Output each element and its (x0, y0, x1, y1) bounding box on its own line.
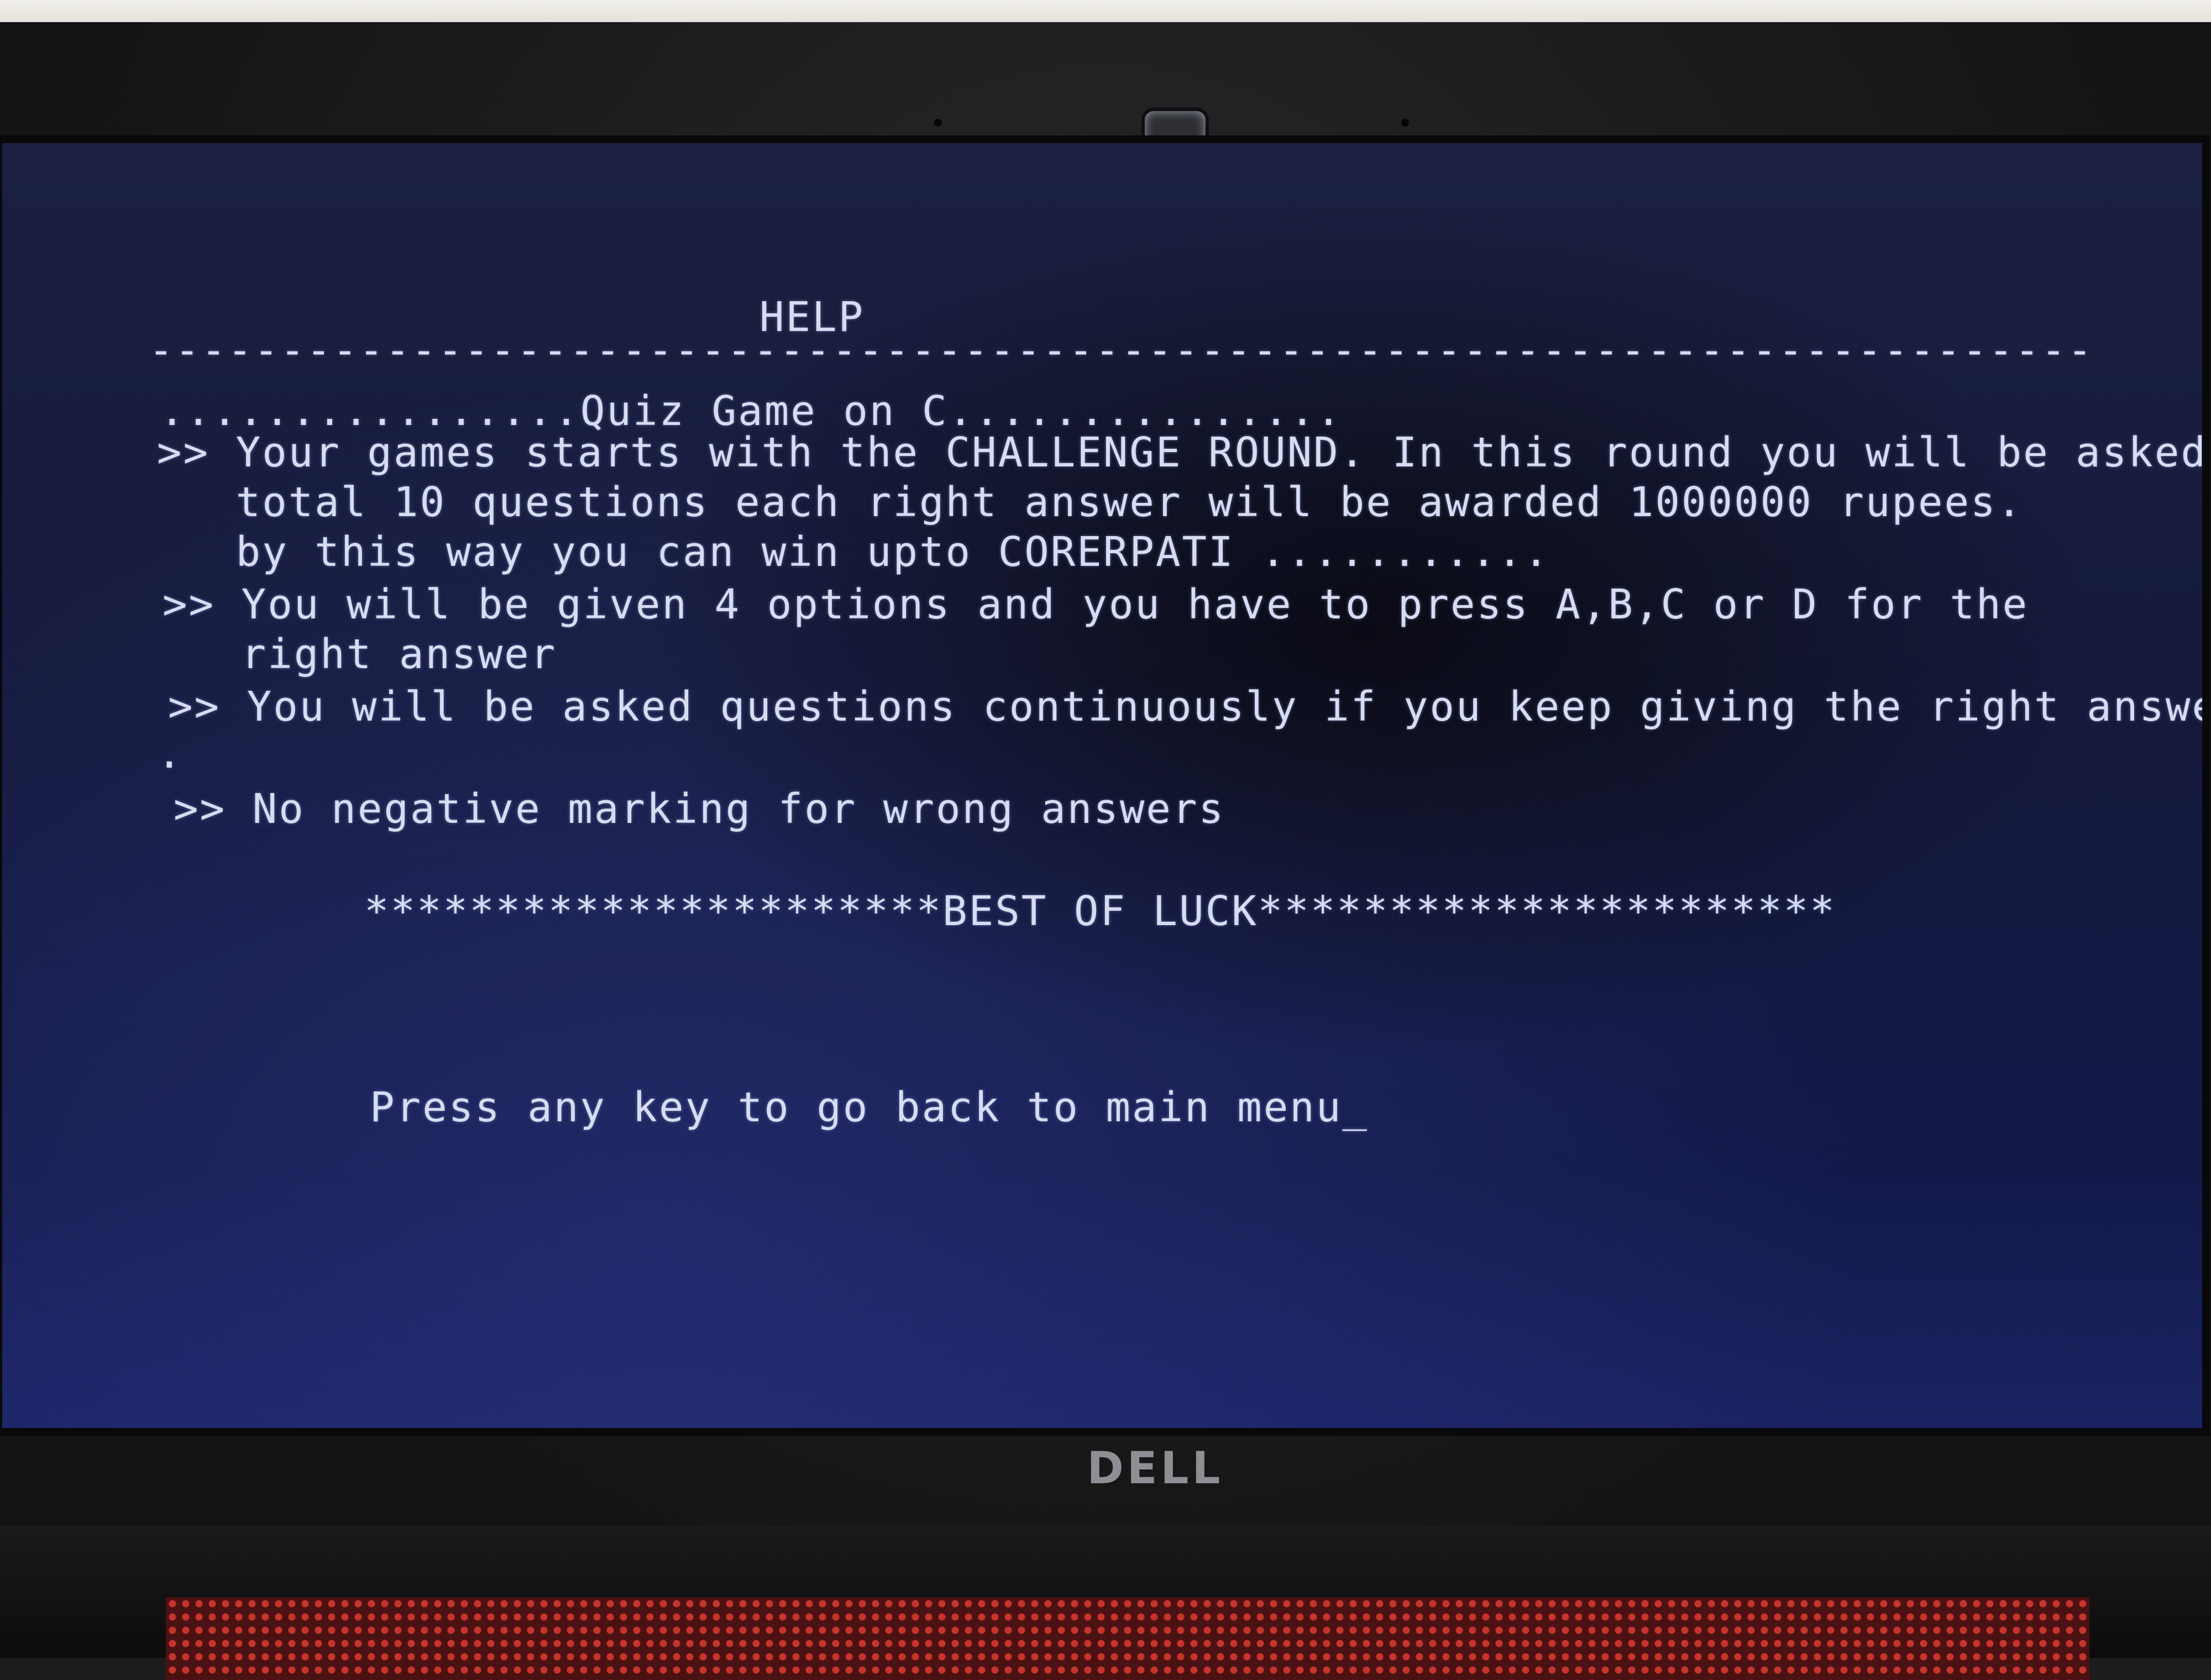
rule-line-4: >> You will be given 4 options and you h… (163, 581, 2029, 628)
rule-line-2: total 10 questions each right answer wil… (157, 479, 2024, 526)
rule-line-1: >> Your games starts with the CHALLENGE … (157, 429, 2208, 476)
speaker-grille (166, 1597, 2089, 1680)
laptop-bezel: HELP -----------------------------------… (0, 22, 2211, 1680)
rule-line-5: right answer (163, 631, 557, 678)
rule-line-7: >> No negative marking for wrong answers (174, 785, 1225, 833)
title-separator: ----------------------------------------… (149, 327, 2094, 374)
rule-line-6-end: . (157, 730, 184, 778)
rule-line-6: >> You will be asked questions continuou… (168, 683, 2210, 731)
rule-line-3: by this way you can win upto CORERPATI .… (157, 528, 1550, 576)
best-of-luck-banner: **********************BEST OF LUCK******… (364, 888, 1836, 935)
laptop-screen: HELP -----------------------------------… (0, 135, 2210, 1436)
return-prompt[interactable]: Press any key to go back to main menu_ (370, 1083, 1369, 1132)
ambient-sensor (934, 119, 942, 127)
dell-logo: DELL (1087, 1442, 1224, 1494)
dos-terminal: HELP -----------------------------------… (2, 143, 2202, 1428)
microphone-dot (1401, 119, 1409, 127)
